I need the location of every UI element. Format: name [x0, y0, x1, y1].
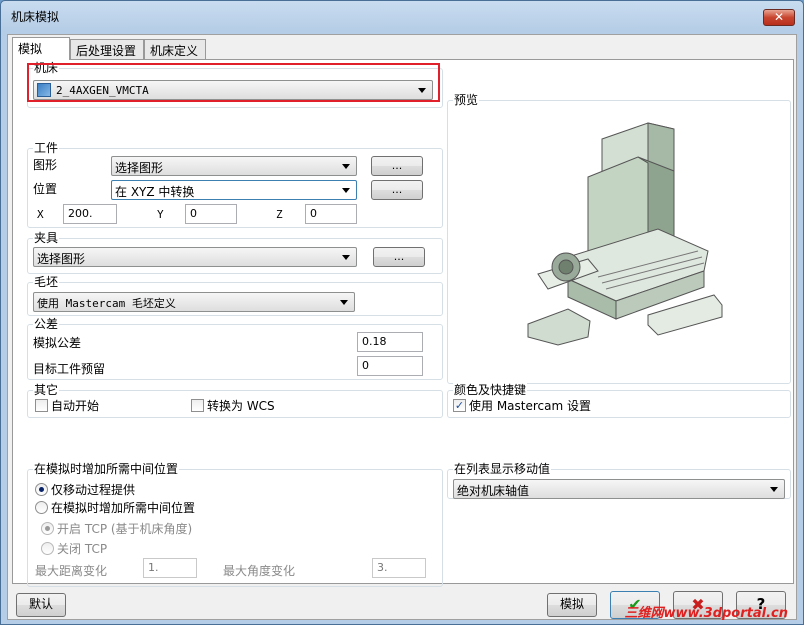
intermediate-group-label: 在模拟时增加所需中间位置	[33, 462, 180, 476]
tab-simulation[interactable]: 模拟	[12, 37, 70, 60]
geometry-value: 选择图形	[115, 161, 164, 175]
tolerance-group-label: 公差	[33, 317, 60, 331]
max-distance-field[interactable]: 1.	[143, 558, 197, 578]
z-field[interactable]: 0	[305, 204, 357, 224]
simulate-button[interactable]: 模拟	[547, 593, 597, 617]
auto-start-label: 自动开始	[51, 399, 100, 413]
workpiece-group-label: 工件	[33, 141, 60, 155]
geometry-label: 图形	[33, 158, 58, 172]
chevron-down-icon	[342, 188, 350, 193]
y-field[interactable]: 0	[185, 204, 237, 224]
x-field[interactable]: 200.	[63, 204, 117, 224]
stock-allowance-label: 目标工件预留	[33, 362, 106, 376]
tcp-on-label: 开启 TCP (基于机床角度)	[57, 522, 193, 536]
motion-only-label: 仅移动过程提供	[51, 483, 136, 497]
list-display-value: 绝对机床轴值	[457, 484, 530, 498]
convert-wcs-checkbox[interactable]	[191, 399, 204, 412]
fixture-select[interactable]: 选择图形	[33, 247, 357, 267]
geometry-select[interactable]: 选择图形	[111, 156, 357, 176]
stock-select[interactable]: 使用 Mastercam 毛坯定义	[33, 292, 355, 312]
use-mastercam-label: 使用 Mastercam 设置	[469, 399, 591, 413]
sim-tolerance-field[interactable]: 0.18	[357, 332, 423, 352]
z-label: Z	[276, 208, 283, 221]
tcp-off-label: 关闭 TCP	[57, 542, 108, 556]
title-bar[interactable]: 机床模拟 ✕	[1, 1, 803, 31]
window-title: 机床模拟	[11, 10, 60, 24]
fixture-value: 选择图形	[37, 252, 86, 266]
fixture-browse-button[interactable]: ...	[373, 247, 425, 267]
convert-wcs-label: 转换为 WCS	[207, 399, 275, 413]
watermark-text: 三维网www.3dportal.cn	[624, 606, 788, 621]
max-distance-label: 最大距离变化	[35, 564, 108, 578]
auto-start-checkbox[interactable]	[35, 399, 48, 412]
position-browse-button[interactable]: ...	[371, 180, 423, 200]
y-label: Y	[157, 208, 164, 221]
stock-allowance-field[interactable]: 0	[357, 356, 423, 376]
position-select[interactable]: 在 XYZ 中转换	[111, 180, 357, 200]
chevron-down-icon	[770, 487, 778, 492]
use-mastercam-checkbox[interactable]: ✓	[453, 399, 466, 412]
chevron-down-icon	[342, 164, 350, 169]
max-angle-label: 最大角度变化	[223, 564, 296, 578]
close-button[interactable]: ✕	[763, 9, 795, 26]
stock-group-label: 毛坯	[33, 275, 60, 289]
add-intermediate-label: 在模拟时增加所需中间位置	[51, 501, 196, 515]
colors-group-label: 颜色及快捷键	[453, 383, 528, 397]
tcp-off-radio[interactable]	[41, 542, 54, 555]
fixture-group-label: 夹具	[33, 231, 60, 245]
sim-tolerance-label: 模拟公差	[33, 336, 82, 350]
geometry-browse-button[interactable]: ...	[371, 156, 423, 176]
tcp-on-radio[interactable]	[41, 522, 54, 535]
default-button[interactable]: 默认	[16, 593, 66, 617]
position-label: 位置	[33, 182, 58, 196]
dialog-client: 模拟 后处理设置 机床定义 机床 2_4AXGEN_VMCTA 工件 图形 选择…	[7, 34, 797, 621]
tab-panel: 机床 2_4AXGEN_VMCTA 工件 图形 选择图形 ... 位置 在 XY…	[12, 59, 794, 587]
chevron-down-icon	[342, 255, 350, 260]
chevron-down-icon	[340, 300, 348, 305]
preview-group-label: 预览	[453, 93, 480, 107]
stock-value: 使用 Mastercam 毛坯定义	[37, 297, 176, 310]
list-display-select[interactable]: 绝对机床轴值	[453, 479, 785, 499]
add-intermediate-radio[interactable]	[35, 501, 48, 514]
motion-only-radio[interactable]	[35, 483, 48, 496]
tab-machine-definition[interactable]: 机床定义	[144, 39, 206, 59]
max-angle-field[interactable]: 3.	[372, 558, 426, 578]
tab-post-settings[interactable]: 后处理设置	[70, 39, 144, 59]
preview-group	[447, 100, 791, 384]
highlight-box	[27, 63, 440, 102]
position-value: 在 XYZ 中转换	[115, 185, 195, 199]
machine-preview-image	[527, 122, 723, 346]
x-label: X	[37, 208, 44, 221]
other-group-label: 其它	[33, 383, 60, 397]
dialog-window: 机床模拟 ✕ 模拟 后处理设置 机床定义 机床 2_4AXGEN_VMCTA 工…	[0, 0, 804, 625]
list-display-group-label: 在列表显示移动值	[453, 462, 552, 476]
